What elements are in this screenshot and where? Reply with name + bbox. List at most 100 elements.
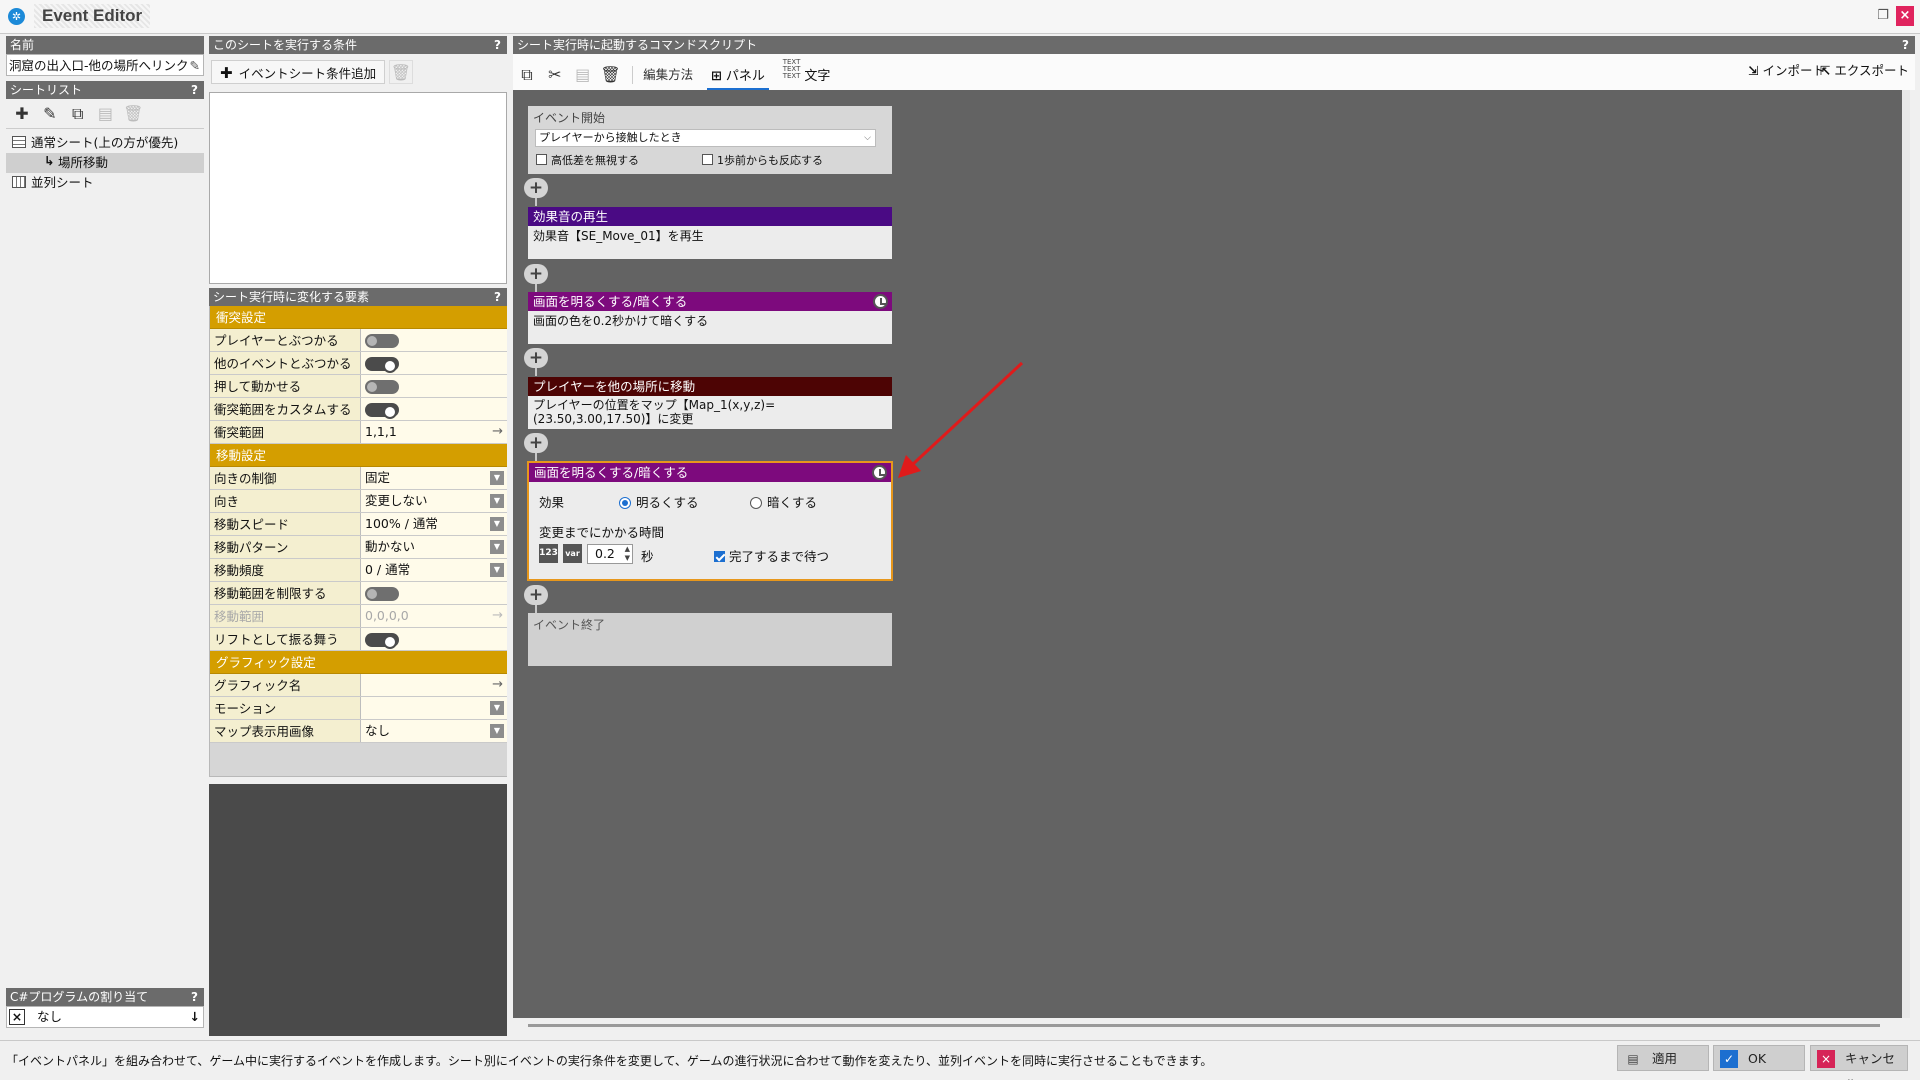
conditions-list[interactable] <box>209 92 507 284</box>
scissors-icon[interactable]: ✂ <box>543 63 567 87</box>
prop-row[interactable]: モーション ▼ <box>210 697 507 720</box>
add-command-plus-icon[interactable]: + <box>524 264 548 292</box>
prop-row[interactable]: 向きの制御 固定 ▼ <box>210 467 507 490</box>
wait-checkbox[interactable] <box>714 551 725 562</box>
darken-radio[interactable]: 暗くする <box>750 492 817 511</box>
prop-value[interactable]: ▼ <box>360 697 507 719</box>
prop-value[interactable]: → <box>360 674 507 696</box>
toggle-switch[interactable] <box>365 357 399 373</box>
duration-input[interactable]: 0.2 ▲ ▼ <box>587 544 633 564</box>
prop-value[interactable] <box>360 352 507 374</box>
pencil-icon[interactable]: ✎ <box>38 102 62 126</box>
variable-icon[interactable]: var <box>563 544 582 563</box>
command-card[interactable]: プレイヤーを他の場所に移動 プレイヤーの位置をマップ【Map_1(x,y,z)=… <box>528 377 892 429</box>
chevron-down-icon[interactable]: ⌵ <box>864 130 871 146</box>
csharp-select[interactable]: × なし ↓ <box>6 1006 204 1028</box>
toggle-switch[interactable] <box>365 587 399 601</box>
prop-value[interactable] <box>360 582 507 604</box>
prop-value[interactable]: 変更しない ▼ <box>360 490 507 512</box>
trash-icon[interactable]: 🗑 <box>598 63 622 87</box>
dropdown-icon[interactable]: ▼ <box>490 517 504 531</box>
text-mode-tab[interactable]: TEXT TEXT TEXT 文字 <box>779 59 835 85</box>
horizontal-scrollbar[interactable] <box>528 1024 1880 1027</box>
window-close-button[interactable]: × <box>1896 6 1914 26</box>
prop-value[interactable] <box>360 375 507 397</box>
vertical-scrollbar[interactable] <box>1902 90 1910 1018</box>
command-card[interactable]: 効果音の再生 効果音【SE_Move_01】を再生 <box>528 207 892 259</box>
arrow-right-icon[interactable]: → <box>492 421 503 443</box>
sheet-normal[interactable]: 通常シート(上の方が優先) <box>6 133 204 153</box>
name-field[interactable]: 洞窟の出入口-他の場所へリンク ✎ <box>6 54 204 76</box>
toggle-switch[interactable] <box>365 334 399 348</box>
dropdown-icon[interactable]: ▼ <box>490 724 504 738</box>
prop-row[interactable]: グラフィック名 → <box>210 674 507 697</box>
prop-value[interactable]: 0 / 通常 ▼ <box>360 559 507 581</box>
prop-value[interactable]: 1,1,1 → <box>360 421 507 443</box>
sheet-parallel[interactable]: 並列シート <box>6 173 204 193</box>
prop-row[interactable]: 移動スピード 100% / 通常 ▼ <box>210 513 507 536</box>
plus-icon[interactable]: ✚ <box>10 102 34 126</box>
prop-value[interactable] <box>360 628 507 650</box>
arrow-right-icon[interactable]: → <box>492 674 503 696</box>
copy-icon[interactable]: ⧉ <box>66 102 90 126</box>
wait-checkbox-row[interactable]: 完了するまで待つ <box>714 546 829 565</box>
prop-row[interactable]: マップ表示用画像 なし ▼ <box>210 720 507 743</box>
cancel-button[interactable]: ×キャンセル <box>1810 1045 1908 1080</box>
add-condition-button[interactable]: ✚ イベントシート条件追加 <box>211 60 386 84</box>
prop-value[interactable]: 固定 ▼ <box>360 467 507 489</box>
help-icon[interactable]: ? <box>191 988 198 1006</box>
selected-command-card[interactable]: 画面を明るくする/暗くする 効果 明るくする 暗くする 変更までにかかる時間 1… <box>527 461 893 581</box>
prop-value[interactable]: 動かない ▼ <box>360 536 507 558</box>
restore-icon[interactable]: ❐ <box>1874 6 1892 26</box>
prop-row[interactable]: 移動パターン 動かない ▼ <box>210 536 507 559</box>
prop-row[interactable]: リフトとして振る舞う <box>210 628 507 651</box>
prop-row[interactable]: プレイヤーとぶつかる <box>210 329 507 352</box>
prop-value[interactable]: なし ▼ <box>360 720 507 742</box>
event-start-card[interactable]: イベント開始 プレイヤーから接触したとき ⌵ 高低差を無視する 1歩前からも反応… <box>528 106 892 174</box>
brighten-radio[interactable]: 明るくする <box>619 492 699 511</box>
dropdown-icon[interactable]: ▼ <box>490 701 504 715</box>
radio-button[interactable] <box>750 497 762 509</box>
prop-value[interactable] <box>360 329 507 351</box>
add-command-plus-icon[interactable]: + <box>524 433 548 461</box>
prop-value[interactable]: 100% / 通常 ▼ <box>360 513 507 535</box>
prop-row[interactable]: 衝突範囲をカスタムする <box>210 398 507 421</box>
ignore-height-checkbox[interactable] <box>536 154 547 165</box>
pencil-icon[interactable]: ✎ <box>190 55 200 75</box>
one-step-checkbox[interactable] <box>702 154 713 165</box>
help-icon[interactable]: ? <box>191 81 198 99</box>
prop-row[interactable]: 向き 変更しない ▼ <box>210 490 507 513</box>
help-icon[interactable]: ? <box>494 288 501 306</box>
prop-row[interactable]: 移動範囲を制限する <box>210 582 507 605</box>
toggle-switch[interactable] <box>365 403 399 419</box>
spinner-icon[interactable]: ▲ ▼ <box>625 545 630 563</box>
dropdown-icon[interactable]: ▼ <box>490 494 504 508</box>
close-icon[interactable]: × <box>9 1009 25 1025</box>
add-command-plus-icon[interactable]: + <box>524 178 548 206</box>
number-icon[interactable]: 123 <box>539 544 558 563</box>
prop-row[interactable]: 衝突範囲 1,1,1 → <box>210 421 507 444</box>
apply-button[interactable]: ▤ 適用 <box>1617 1045 1709 1071</box>
copy-icon[interactable]: ⧉ <box>515 63 539 87</box>
prop-value[interactable] <box>360 398 507 420</box>
help-icon[interactable]: ? <box>1902 36 1909 54</box>
add-command-plus-icon[interactable]: + <box>524 348 548 376</box>
sheet-location-move[interactable]: ↳ 場所移動 <box>6 153 204 173</box>
radio-button[interactable] <box>619 497 631 509</box>
trigger-select[interactable]: プレイヤーから接触したとき ⌵ <box>535 129 876 147</box>
toggle-switch[interactable] <box>365 380 399 394</box>
dropdown-icon[interactable]: ▼ <box>490 471 504 485</box>
prop-row[interactable]: 押して動かせる <box>210 375 507 398</box>
prop-row[interactable]: 他のイベントとぶつかる <box>210 352 507 375</box>
export-button[interactable]: ⇱ エクスポート <box>1816 59 1913 83</box>
prop-row[interactable]: 移動頻度 0 / 通常 ▼ <box>210 559 507 582</box>
dropdown-icon[interactable]: ▼ <box>490 563 504 577</box>
ok-button[interactable]: ✓ OK <box>1713 1045 1805 1071</box>
help-icon[interactable]: ? <box>494 36 501 54</box>
toggle-switch[interactable] <box>365 633 399 649</box>
arrow-down-icon[interactable]: ↓ <box>190 1007 200 1027</box>
dropdown-icon[interactable]: ▼ <box>490 540 504 554</box>
panel-mode-tab[interactable]: ⊞ パネル <box>706 66 769 90</box>
add-command-plus-icon[interactable]: + <box>524 585 548 613</box>
command-card[interactable]: 画面を明るくする/暗くする 画面の色を0.2秒かけて暗くする <box>528 292 892 344</box>
